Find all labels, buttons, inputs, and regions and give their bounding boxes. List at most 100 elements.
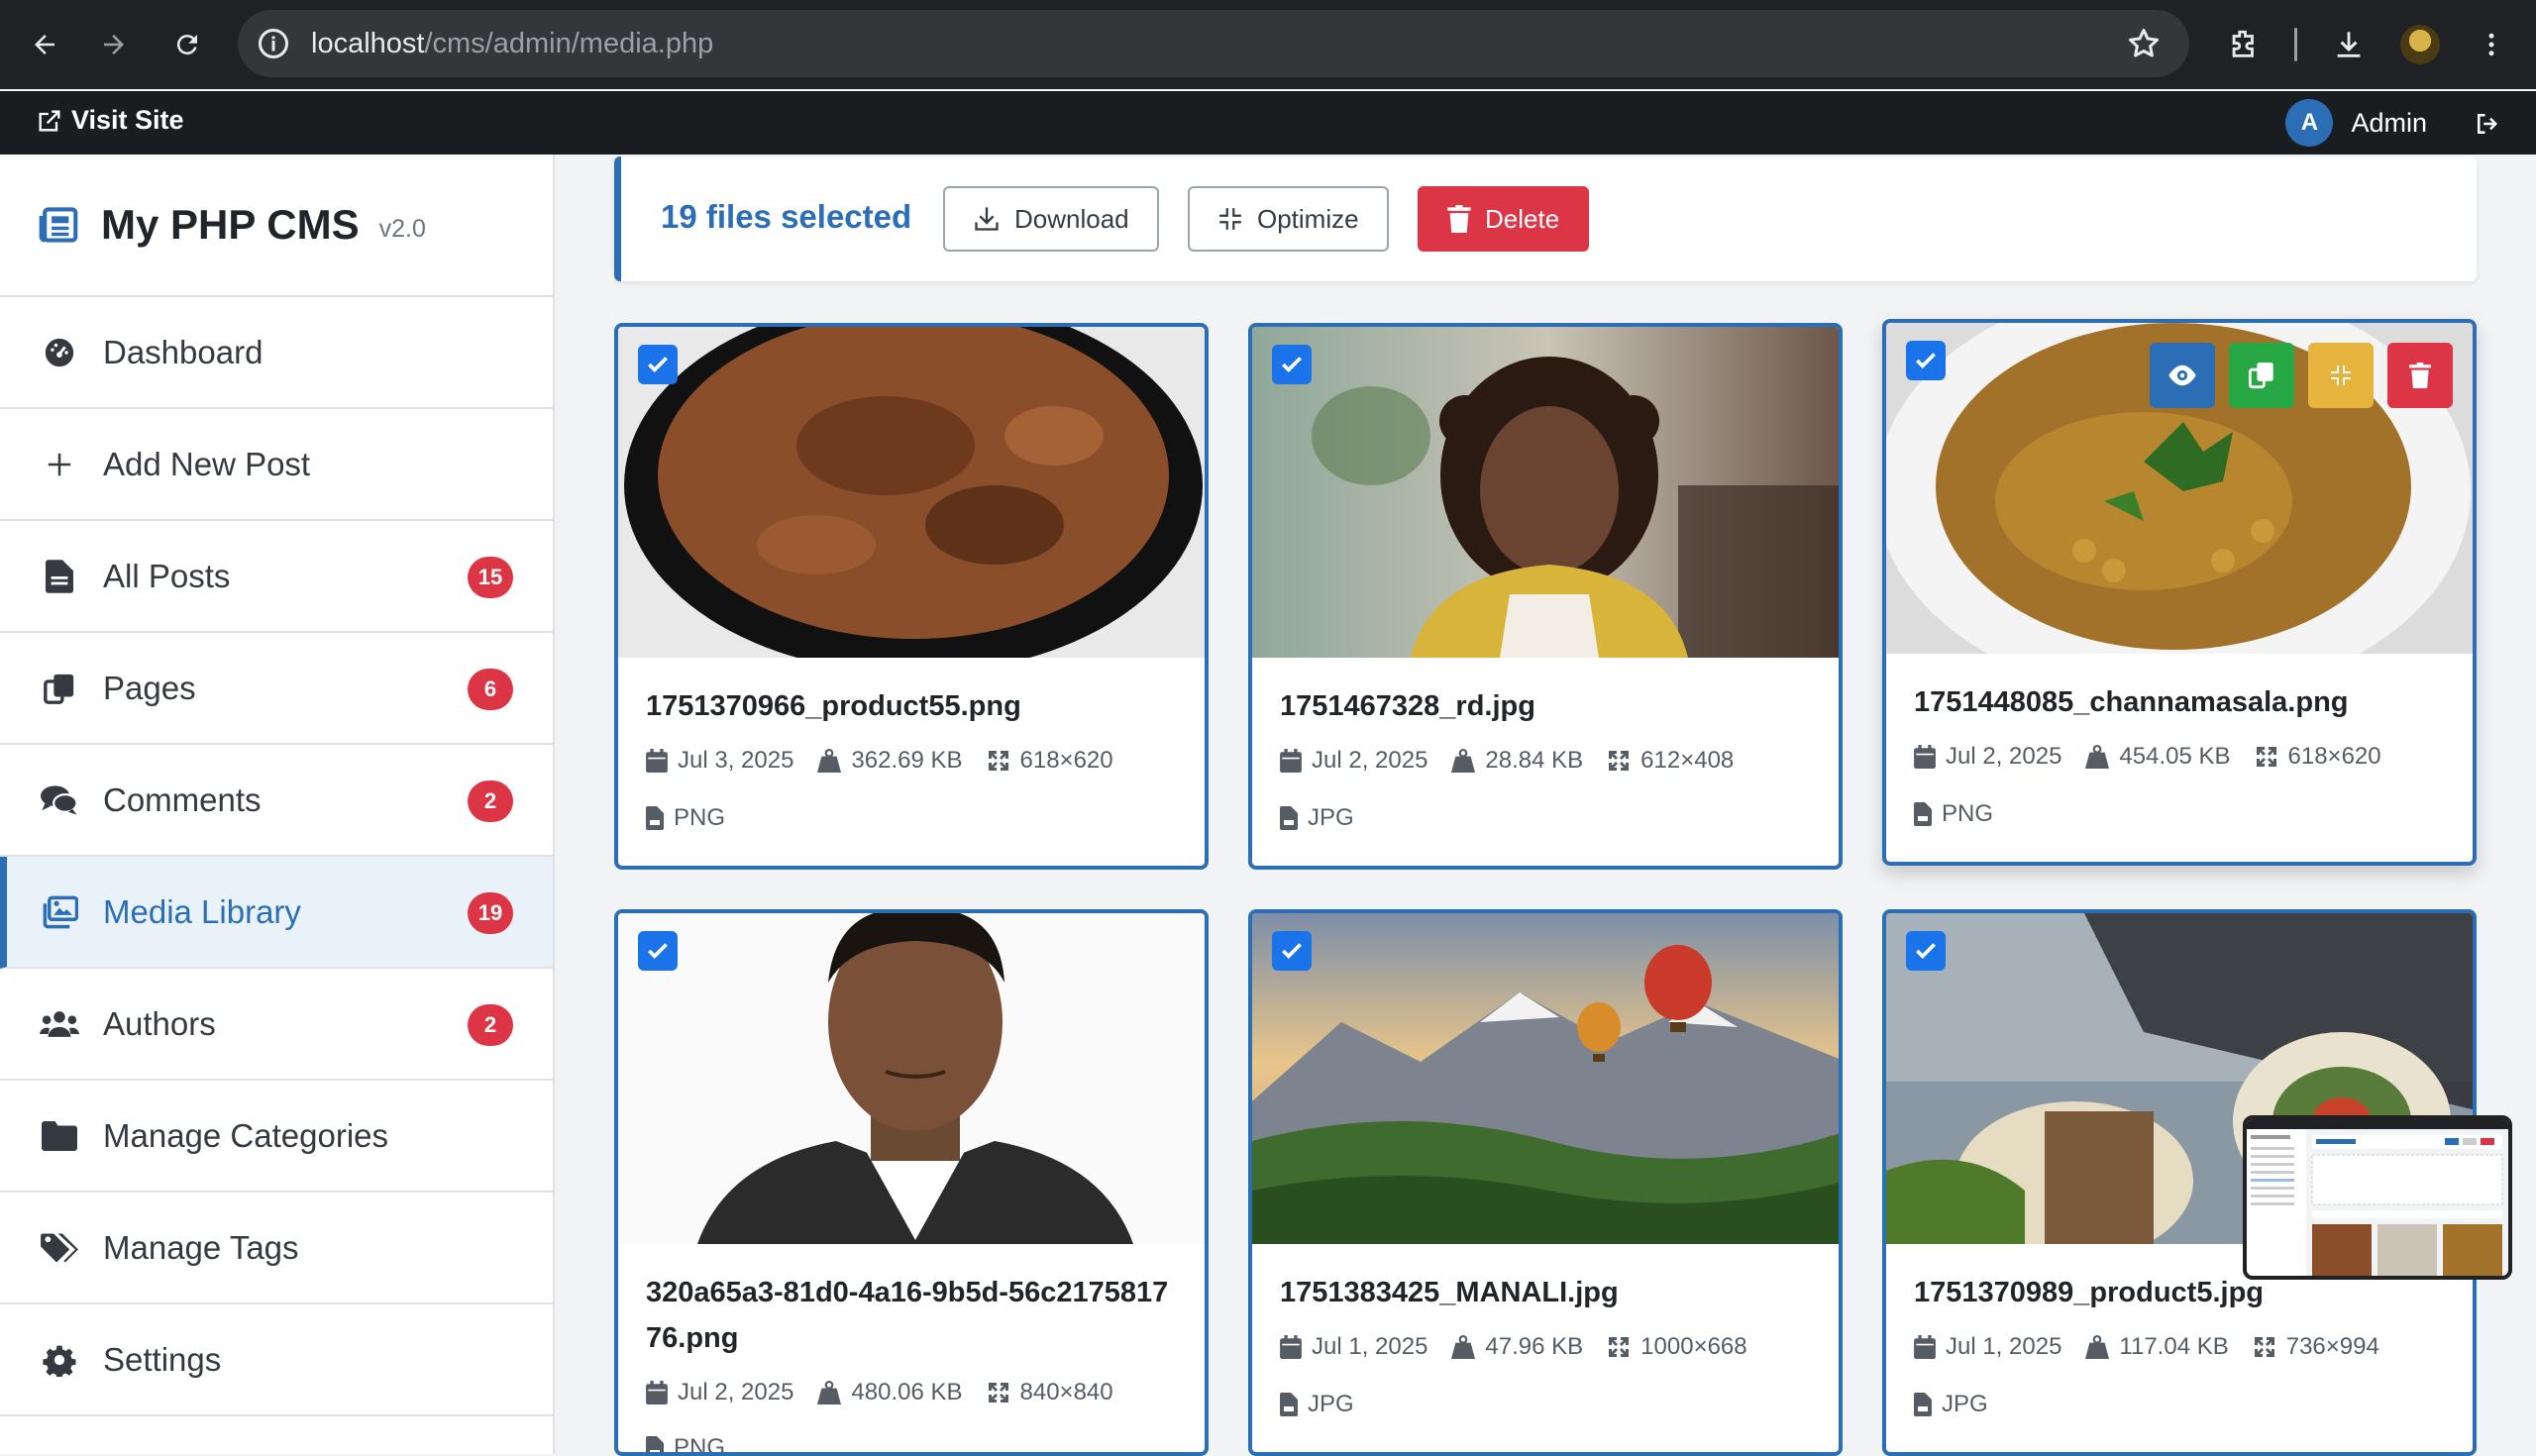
optimize-image-button[interactable] — [2308, 343, 2374, 408]
download-icon — [975, 207, 999, 231]
media-type: JPG — [1280, 804, 1378, 832]
folder-icon — [40, 1116, 79, 1156]
profile-button[interactable] — [2389, 14, 2451, 75]
site-info-icon[interactable] — [256, 26, 291, 61]
sidebar-item-manage-categories[interactable]: Manage Categories — [0, 1081, 553, 1193]
external-link-icon — [39, 110, 60, 131]
media-meta: Jul 2, 2025 28.84 KB 612×408 — [1280, 747, 1757, 775]
arrow-right-icon — [104, 35, 124, 54]
media-meta: Jul 1, 2025 47.96 KB 1000×668 — [1280, 1333, 1771, 1361]
select-checkbox[interactable] — [638, 345, 678, 384]
media-type: JPG — [1914, 1391, 2012, 1418]
select-checkbox[interactable] — [1906, 341, 1946, 380]
media-dimensions: 618×620 — [2287, 743, 2381, 770]
media-card[interactable]: 1751383425_MANALI.jpg Jul 1, 2025 47.96 … — [1248, 909, 1843, 1456]
forward-button[interactable] — [83, 14, 145, 75]
media-type: JPG — [1280, 1391, 1378, 1418]
calendar-icon — [1280, 1335, 1302, 1359]
calendar-icon — [646, 749, 668, 773]
sidebar-item-manage-tags[interactable]: Manage Tags — [0, 1193, 553, 1304]
brand[interactable]: My PHP CMS v2.0 — [0, 155, 553, 297]
gauge-icon — [40, 333, 79, 372]
media-type-label: PNG — [674, 804, 726, 831]
sidebar-item-add-new-post[interactable]: Add New Post — [0, 409, 553, 521]
media-size: 454.05 KB — [2119, 743, 2231, 770]
sidebar-item-pages[interactable]: Pages 6 — [0, 633, 553, 745]
screenshot-preview[interactable] — [2243, 1115, 2512, 1280]
optimize-button[interactable]: Optimize — [1188, 186, 1389, 252]
sidebar-item-label: Dashboard — [103, 333, 264, 370]
media-card[interactable]: 1751448085_channamasala.png Jul 2, 2025 … — [1882, 319, 2477, 866]
logout-icon[interactable] — [2473, 109, 2502, 139]
media-dimensions: 736×994 — [2285, 1333, 2379, 1360]
sidebar-item-settings[interactable]: Settings — [0, 1304, 553, 1416]
select-checkbox[interactable] — [1906, 931, 1946, 971]
arrow-left-icon — [35, 35, 54, 54]
media-size: 362.69 KB — [851, 747, 963, 774]
select-checkbox[interactable] — [638, 931, 678, 971]
media-thumbnail[interactable] — [618, 327, 1205, 658]
sidebar-item-dashboard[interactable]: Dashboard — [0, 297, 553, 409]
images-icon — [40, 892, 79, 932]
plus-icon — [40, 445, 79, 484]
back-button[interactable] — [14, 14, 75, 75]
media-date: Jul 2, 2025 — [678, 1379, 794, 1405]
copy-icon — [40, 669, 79, 708]
media-date: Jul 1, 2025 — [1312, 1333, 1428, 1360]
media-dimensions: 612×408 — [1640, 747, 1735, 774]
select-checkbox[interactable] — [1272, 931, 1312, 971]
calendar-icon — [1914, 745, 1936, 769]
selected-count: 19 files selected — [661, 198, 912, 235]
media-thumbnail[interactable] — [1252, 913, 1839, 1244]
sidebar-item-authors[interactable]: Authors 2 — [0, 969, 553, 1081]
media-meta: Jul 3, 2025 362.69 KB 618×620 — [646, 747, 1137, 775]
visit-site-link[interactable]: Visit Site — [36, 105, 184, 136]
sidebar-item-all-posts[interactable]: All Posts 15 — [0, 521, 553, 633]
count-badge: 19 — [468, 892, 513, 934]
delete-image-button[interactable] — [2387, 343, 2453, 408]
calendar-icon — [646, 1381, 668, 1404]
admin-user-menu[interactable]: A Admin — [2285, 99, 2427, 147]
address-bar[interactable]: localhost/cms/admin/media.php — [238, 10, 2189, 77]
media-date: Jul 2, 2025 — [1946, 743, 2062, 770]
file-icon — [646, 806, 664, 830]
view-button[interactable] — [2150, 343, 2215, 408]
sidebar-item-label: Manage Tags — [103, 1228, 299, 1266]
media-meta: Jul 2, 2025 480.06 KB 840×840 — [646, 1379, 1137, 1406]
downloads-button[interactable] — [2318, 14, 2379, 75]
compress-icon — [1219, 208, 1241, 230]
media-size: 117.04 KB — [2119, 1333, 2229, 1360]
media-card[interactable]: 1751370966_product55.png Jul 3, 2025 362… — [614, 323, 1209, 870]
reload-button[interactable] — [157, 14, 218, 75]
delete-button[interactable]: Delete — [1418, 186, 1590, 252]
media-thumbnail[interactable] — [618, 913, 1205, 1244]
sidebar-item-comments[interactable]: Comments 2 — [0, 745, 553, 857]
admin-username: Admin — [2351, 107, 2427, 138]
bookmark-star-icon[interactable] — [2126, 26, 2162, 61]
media-size: 480.06 KB — [851, 1379, 963, 1405]
profile-avatar — [2400, 25, 2440, 64]
copy-url-button[interactable] — [2229, 343, 2294, 408]
sidebar-item-label: Manage Categories — [103, 1116, 389, 1154]
menu-button[interactable] — [2461, 14, 2522, 75]
eye-icon — [2168, 364, 2196, 386]
select-checkbox[interactable] — [1272, 345, 1312, 384]
reload-icon — [176, 35, 197, 55]
brand-version: v2.0 — [378, 214, 426, 243]
delete-label: Delete — [1485, 203, 1560, 234]
card-actions — [2150, 343, 2453, 408]
weight-icon — [2085, 745, 2110, 769]
check-icon — [648, 943, 668, 960]
extensions-button[interactable] — [2213, 14, 2274, 75]
compress-icon — [2331, 365, 2351, 385]
media-card[interactable]: 320a65a3-81d0-4a16-9b5d-56c217581776.png… — [614, 909, 1209, 1456]
media-thumbnail[interactable] — [1886, 323, 2473, 654]
media-date: Jul 2, 2025 — [1312, 747, 1428, 774]
sidebar-item-media-library[interactable]: Media Library 19 — [0, 857, 553, 969]
media-card[interactable]: 1751467328_rd.jpg Jul 2, 2025 28.84 KB 6… — [1248, 323, 1843, 870]
copy-icon — [2249, 363, 2273, 389]
media-thumbnail[interactable] — [1252, 327, 1839, 658]
download-button[interactable]: Download — [943, 186, 1159, 252]
more-vertical-icon — [2488, 33, 2494, 56]
expand-icon — [988, 751, 1008, 771]
